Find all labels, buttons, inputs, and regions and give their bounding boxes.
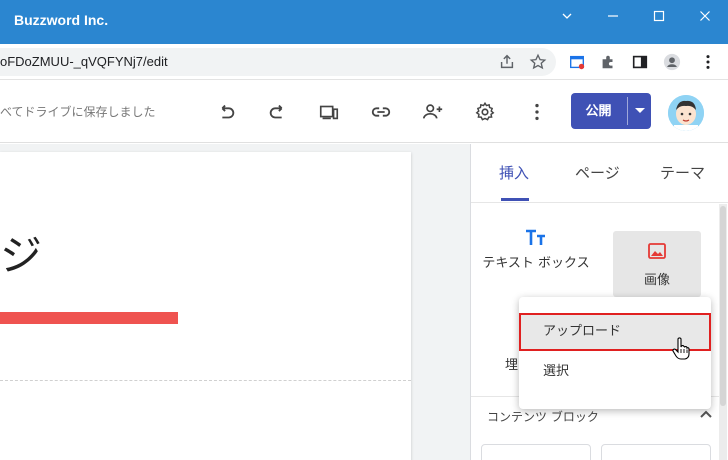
publish-options-icon[interactable] <box>628 93 651 129</box>
extension-clip-icon[interactable] <box>567 52 587 72</box>
active-tab-indicator <box>501 198 529 201</box>
accent-bar <box>0 312 178 324</box>
image-icon <box>613 241 701 261</box>
publish-button[interactable]: 公開 <box>571 93 651 129</box>
link-icon[interactable] <box>369 100 393 124</box>
image-label: 画像 <box>643 273 670 288</box>
save-status: べてドライブに保存しました <box>0 105 156 119</box>
close-icon[interactable] <box>682 0 728 32</box>
publish-label: 公開 <box>585 103 612 118</box>
content-block-header[interactable]: コンテンツ ブロック <box>487 408 599 425</box>
editor-toolbar: べてドライブに保存しました 公開 <box>0 81 728 143</box>
section-divider <box>0 380 411 381</box>
embed-label[interactable]: 埋 <box>505 354 518 373</box>
minimize-icon[interactable] <box>590 0 636 32</box>
tab-divider <box>471 202 728 203</box>
window-titlebar: Buzzword Inc. <box>0 0 728 44</box>
redo-icon[interactable] <box>266 100 290 124</box>
content-block-tile[interactable] <box>601 444 711 460</box>
more-icon[interactable] <box>525 100 549 124</box>
avatar[interactable] <box>668 95 704 131</box>
address-bar: oFDoZMUU-_qVQFYNj7/edit <box>0 44 728 80</box>
page-preview[interactable]: ジ <box>0 152 411 460</box>
insert-text-box-button[interactable]: テキスト ボックス <box>481 228 591 271</box>
settings-icon[interactable] <box>473 100 497 124</box>
url-text: oFDoZMUU-_qVQFYNj7/edit <box>0 54 168 69</box>
maximize-icon[interactable] <box>636 0 682 32</box>
chevron-down-icon[interactable] <box>544 0 590 32</box>
window-title: Buzzword Inc. <box>14 12 109 28</box>
scrollbar-thumb[interactable] <box>720 206 726 406</box>
text-box-icon <box>481 228 591 250</box>
hand-cursor-icon <box>672 337 690 365</box>
panel-scrollbar[interactable] <box>719 204 727 460</box>
add-person-icon[interactable] <box>421 100 445 124</box>
profile-icon[interactable] <box>662 52 682 72</box>
content-block-tile[interactable] <box>481 444 591 460</box>
undo-icon[interactable] <box>214 100 238 124</box>
puzzle-icon[interactable] <box>598 52 618 72</box>
share-icon[interactable] <box>497 52 517 72</box>
text-box-label: テキスト ボックス <box>482 256 590 271</box>
star-icon[interactable] <box>528 52 548 72</box>
sidepanel-icon[interactable] <box>630 52 650 72</box>
tab-insert[interactable]: 挿入 <box>499 162 529 183</box>
tab-themes[interactable]: テーマ <box>660 162 705 183</box>
page-heading[interactable]: ジ <box>0 222 42 283</box>
url-field[interactable]: oFDoZMUU-_qVQFYNj7/edit <box>0 48 556 76</box>
preview-icon[interactable] <box>317 100 341 124</box>
kebab-icon[interactable] <box>698 52 718 72</box>
editor-canvas: ジ <box>0 144 470 460</box>
insert-image-button[interactable]: 画像 <box>613 231 701 297</box>
tab-pages[interactable]: ページ <box>575 162 620 183</box>
